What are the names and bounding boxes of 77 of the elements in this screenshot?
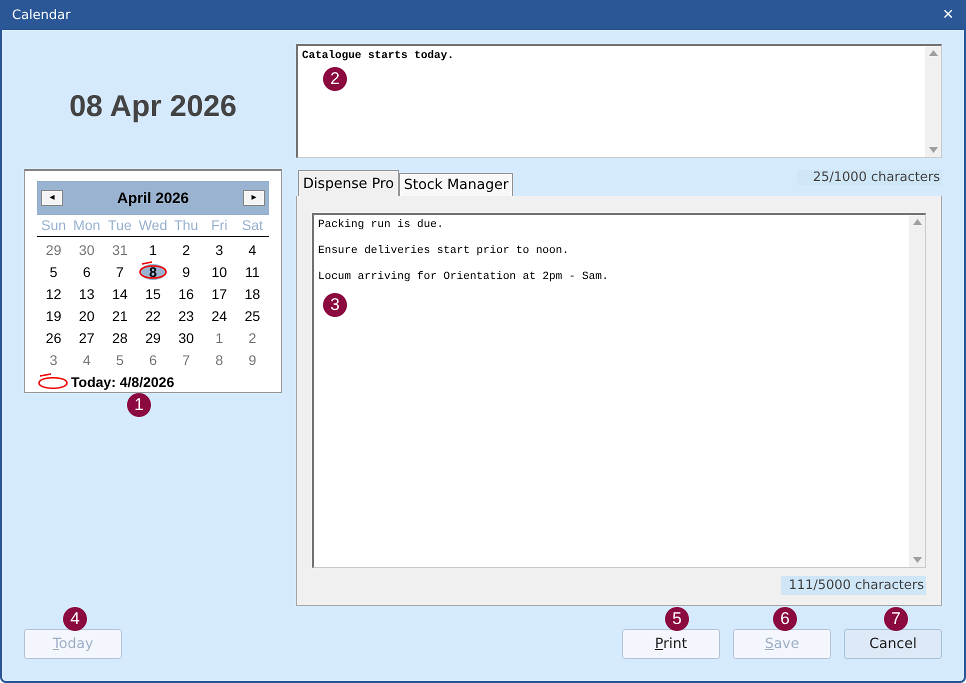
calendar-day[interactable]: 27	[78, 330, 94, 346]
calendar-day[interactable]: 2	[248, 330, 256, 346]
calendar-day[interactable]: 14	[112, 286, 128, 302]
calendar-day[interactable]: 29	[46, 242, 62, 258]
calendar-day[interactable]: 9	[182, 264, 190, 280]
window-title: Calendar	[12, 8, 70, 22]
calendar-day[interactable]: 10	[211, 264, 228, 280]
note-text: Catalogue starts today.	[302, 50, 455, 62]
calendar-day[interactable]: 8	[215, 352, 224, 368]
calendar-day[interactable]: 29	[145, 330, 161, 346]
calendar-day[interactable]: 13	[78, 286, 94, 302]
calendar-day[interactable]: 5	[116, 352, 124, 368]
calendar-day[interactable]: 18	[244, 286, 260, 302]
close-button[interactable]: ✕	[942, 7, 954, 23]
weekday-label: Tue	[103, 215, 136, 237]
calendar-day[interactable]: 4	[248, 242, 256, 258]
calendar-day[interactable]: 3	[215, 242, 224, 258]
calendar-day[interactable]: 28	[112, 330, 128, 346]
button[interactable]: Print	[622, 628, 720, 658]
previous-month-button[interactable]: ◂	[41, 190, 63, 206]
callout-badge: 7	[884, 607, 908, 631]
calendar-day[interactable]: 24	[211, 308, 228, 324]
character-counter: 111/5000 characters	[780, 576, 926, 595]
calendar-day[interactable]: 5	[50, 264, 58, 280]
tab[interactable]: Dispense Pro	[298, 170, 399, 196]
today-ring-icon	[37, 373, 69, 391]
weekday-label: Sun	[37, 215, 70, 237]
weekday-label: Thu	[170, 215, 203, 237]
weekday-label: Mon	[70, 215, 104, 237]
calendar-day[interactable]: 25	[244, 308, 260, 324]
note-line: Locum arriving for Orientation at 2pm - Sam.	[318, 271, 610, 283]
callout-badge: 5	[665, 607, 689, 631]
next-month-button[interactable]: ▸	[243, 190, 265, 206]
calendar-day[interactable]: 26	[46, 330, 62, 346]
calendar-day[interactable]: 7	[182, 352, 190, 368]
tab[interactable]: Stock Manager	[398, 173, 514, 196]
calendar-day[interactable]: 31	[112, 242, 128, 258]
calendar-day[interactable]: 23	[178, 308, 194, 324]
calendar-day[interactable]: 16	[178, 286, 194, 302]
scrollbar[interactable]	[909, 215, 925, 567]
calendar-day[interactable]: 22	[145, 308, 161, 324]
scroll-up-icon[interactable]	[928, 50, 938, 56]
note-line: Packing run is due.	[318, 219, 444, 231]
calendar-day[interactable]: 1	[215, 330, 224, 346]
character-counter: 25/1000 characters	[796, 170, 942, 185]
today-link[interactable]: Today: 4/8/2026	[71, 374, 174, 390]
calendar-day[interactable]: 20	[78, 308, 94, 324]
calendar-day[interactable]: 4	[82, 352, 91, 368]
calendar-day[interactable]: 2	[182, 242, 190, 258]
calendar-day[interactable]: 9	[248, 352, 256, 368]
scroll-down-icon[interactable]	[928, 147, 938, 153]
scroll-up-icon[interactable]	[912, 219, 922, 225]
calendar-day[interactable]: 6	[149, 352, 157, 368]
calendar-day[interactable]: 30	[78, 242, 94, 258]
calendar-day[interactable]: 15	[145, 286, 161, 302]
date-heading: 08 Apr 2026	[68, 88, 238, 124]
calendar-day[interactable]: 11	[245, 264, 260, 280]
month-label: April 2026	[117, 190, 189, 206]
button[interactable]: Cancel	[844, 628, 942, 658]
note-line: Ensure deliveries start prior to noon.	[318, 245, 570, 257]
weekday-label: Wed	[136, 215, 170, 237]
calendar-day[interactable]: 1	[149, 242, 157, 258]
calendar-day[interactable]: 21	[112, 308, 128, 324]
weekday-label: Fri	[202, 215, 236, 237]
calendar-day[interactable]: 30	[178, 330, 194, 346]
callout-badge: 1	[127, 393, 151, 417]
weekday-label: Sat	[236, 215, 269, 237]
callout-badge: 6	[773, 607, 797, 631]
calendar-day[interactable]: 3	[50, 352, 58, 368]
scroll-down-icon[interactable]	[912, 557, 922, 563]
calendar-day[interactable]: 19	[46, 308, 62, 324]
scrollbar[interactable]	[925, 46, 941, 157]
calendar-day[interactable]: 6	[82, 264, 91, 280]
calendar-day[interactable]: 17	[211, 286, 228, 302]
calendar-day[interactable]: 12	[46, 286, 62, 302]
callout-badge: 4	[63, 607, 87, 631]
calendar-day[interactable]: 7	[116, 264, 124, 280]
